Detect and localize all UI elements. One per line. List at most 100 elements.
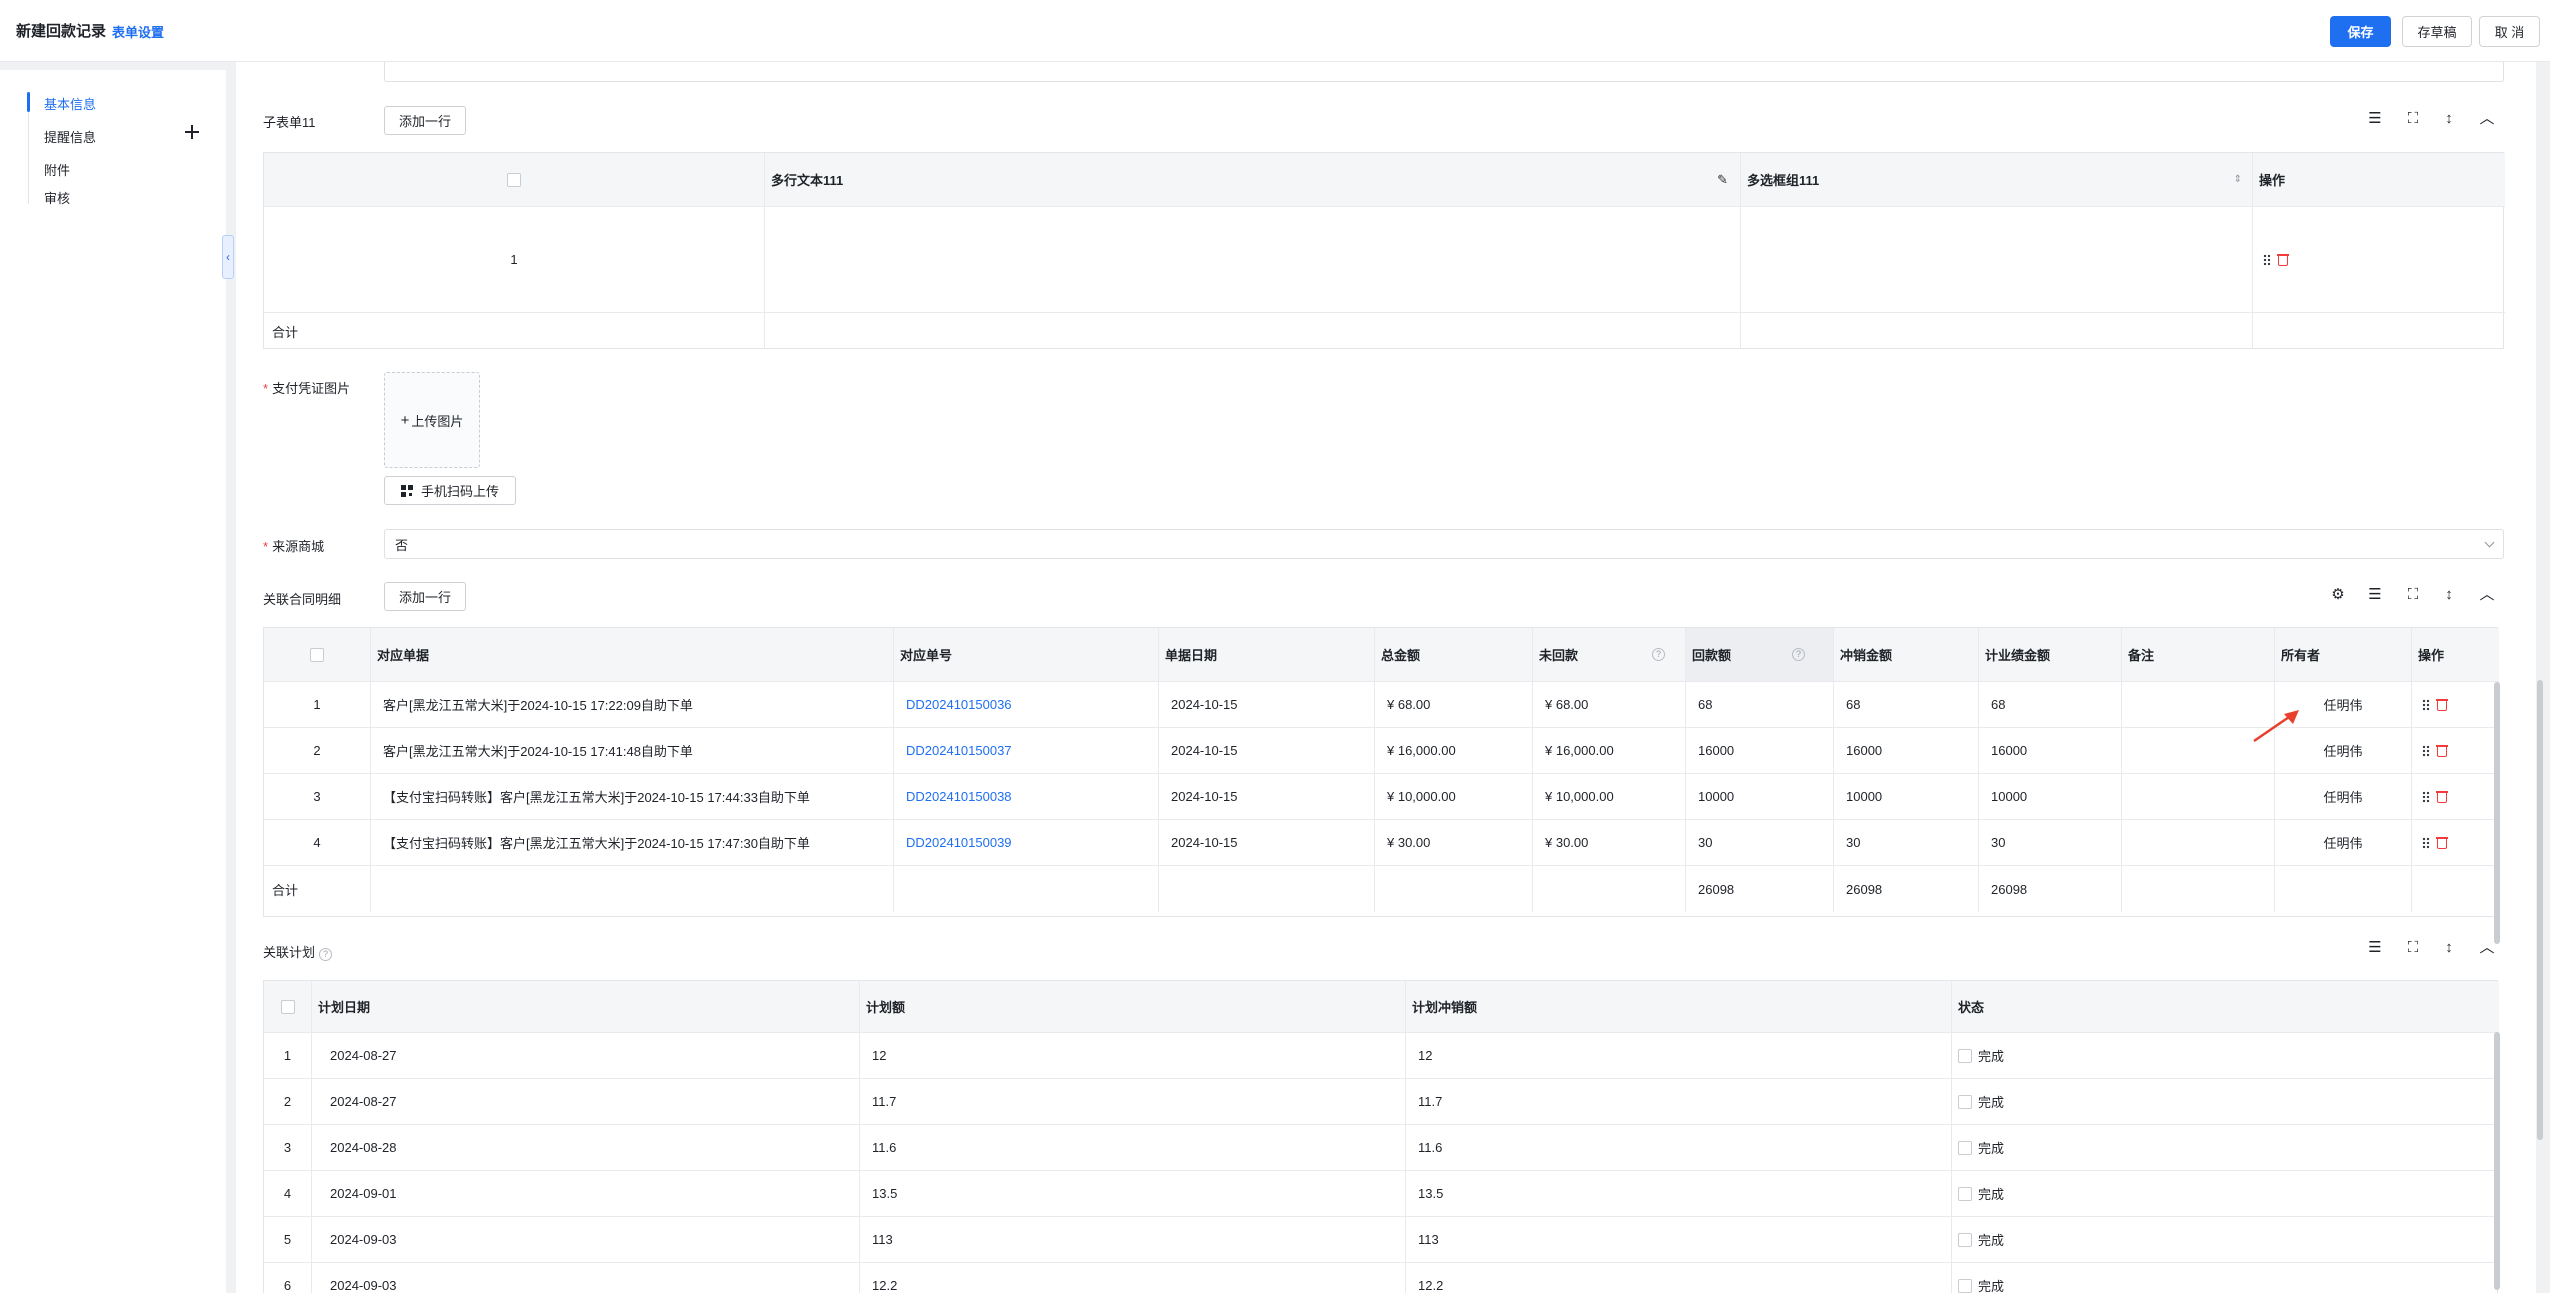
cut-off-input[interactable] — [384, 62, 2504, 82]
delete-row-icon[interactable] — [2436, 836, 2448, 849]
cell-paid-text: 30 — [1698, 835, 1713, 850]
add-reminder-icon[interactable] — [185, 125, 199, 139]
cell-no-text[interactable]: DD202410150038 — [906, 789, 1012, 804]
column-header: 对应单据 — [371, 628, 894, 681]
cell-date: 2024-09-03 — [312, 1217, 860, 1262]
expand-vertical-icon[interactable]: ↕ — [2440, 586, 2458, 604]
cell-remark[interactable] — [2122, 774, 2275, 819]
cell-paid[interactable]: 16000 — [1686, 728, 1834, 773]
drag-handle-icon[interactable] — [2422, 790, 2430, 803]
cell-status[interactable]: 完成 — [1952, 1033, 2499, 1078]
table-header-row: 对应单据 对应单号 单据日期 总金额 未回款? 回款额? 冲销金额 计业绩金额 … — [264, 628, 2499, 682]
fullscreen-icon[interactable]: ⛶ — [2404, 110, 2422, 128]
page-scrollbar[interactable] — [2537, 680, 2543, 1140]
cell-paid[interactable]: 10000 — [1686, 774, 1834, 819]
column-header: 备注 — [2122, 628, 2275, 681]
drag-handle-icon[interactable] — [2422, 744, 2430, 757]
collapse-up-icon[interactable]: ︿ — [2478, 110, 2496, 128]
cell-status[interactable]: 完成 — [1952, 1263, 2499, 1293]
subform-add-row-button[interactable]: 添加一行 — [384, 106, 467, 135]
collapse-up-icon[interactable]: ︿ — [2478, 586, 2496, 604]
select-all-checkbox[interactable] — [507, 172, 521, 187]
row-actions — [2253, 207, 2505, 312]
cell-no[interactable]: DD202410150038 — [894, 774, 1159, 819]
cell-status[interactable]: 完成 — [1952, 1079, 2499, 1124]
fullscreen-icon[interactable]: ⛶ — [2404, 939, 2422, 957]
cell-no[interactable]: DD202410150036 — [894, 682, 1159, 727]
row-height-icon[interactable]: ☰ — [2366, 110, 2384, 128]
scan-upload-button[interactable]: 手机扫码上传 — [384, 476, 516, 505]
cell-total: ¥ 30.00 — [1375, 820, 1533, 865]
upload-image-box[interactable]: + 上传图片 — [384, 372, 480, 468]
drag-handle-icon[interactable] — [2422, 836, 2430, 849]
cell-no-text[interactable]: DD202410150039 — [906, 835, 1012, 850]
table-scrollbar[interactable] — [2494, 682, 2500, 944]
row-height-icon[interactable]: ☰ — [2366, 939, 2384, 957]
contract-add-row-button[interactable]: 添加一行 — [384, 582, 467, 611]
settings-gear-icon[interactable]: ⚙ — [2329, 586, 2347, 604]
cell-doc-text: 客户[黑龙江五常大米]于2024-10-15 17:22:09自助下单 — [383, 698, 693, 713]
status-checkbox[interactable] — [1958, 1278, 1972, 1293]
select-all-checkbox[interactable] — [280, 999, 295, 1014]
cell-remark[interactable] — [2122, 820, 2275, 865]
fullscreen-icon[interactable]: ⛶ — [2404, 586, 2422, 604]
cell-paid[interactable]: 68 — [1686, 682, 1834, 727]
cell-status[interactable]: 完成 — [1952, 1217, 2499, 1262]
sort-icon[interactable]: ⇕ — [2234, 174, 2242, 185]
checkbox-group-cell[interactable] — [1741, 207, 2253, 312]
save-draft-button[interactable]: 存草稿 — [2402, 16, 2472, 47]
row-index: 1 — [264, 207, 765, 312]
form-settings-link[interactable]: 表单设置 — [112, 22, 164, 41]
cell-unpaid: ¥ 68.00 — [1533, 682, 1686, 727]
drag-handle-icon[interactable] — [2422, 698, 2430, 711]
expand-vertical-icon[interactable]: ↕ — [2440, 110, 2458, 128]
edit-icon[interactable]: ✎ — [1717, 172, 1728, 188]
delete-row-icon[interactable] — [2436, 790, 2448, 803]
drag-handle-icon[interactable] — [2263, 253, 2271, 266]
cell-doc: 【支付宝扫码转账】客户[黑龙江五常大米]于2024-10-15 17:44:33… — [371, 774, 894, 819]
cell-no[interactable]: DD202410150039 — [894, 820, 1159, 865]
save-button[interactable]: 保存 — [2330, 16, 2391, 47]
status-checkbox[interactable] — [1958, 1232, 1972, 1247]
select-all-checkbox[interactable] — [310, 647, 324, 662]
form-body: 子表单11 添加一行 ☰ ⛶ ↕ ︿ 多行文本111 ✎ 多选框组111 ⇕ 操作 … — [236, 62, 2536, 1293]
column-header: 计划冲销额 — [1406, 981, 1952, 1032]
cell-date-text: 2024-08-28 — [330, 1140, 397, 1155]
status-checkbox[interactable] — [1958, 1186, 1972, 1201]
multiline-text-cell[interactable] — [765, 207, 1741, 312]
collapse-sidebar-handle[interactable]: ‹ — [222, 235, 234, 279]
cell-no-text[interactable]: DD202410150036 — [906, 697, 1012, 712]
cell-date-text: 2024-10-15 — [1171, 835, 1238, 850]
status-checkbox[interactable] — [1958, 1094, 1972, 1109]
help-icon[interactable]: ? — [1652, 648, 1665, 661]
cell-date: 2024-10-15 — [1159, 820, 1375, 865]
contract-detail-table: 对应单据 对应单号 单据日期 总金额 未回款? 回款额? 冲销金额 计业绩金额 … — [263, 627, 2499, 917]
nav-item-review[interactable]: 审核 — [44, 188, 70, 207]
delete-row-icon[interactable] — [2436, 698, 2448, 711]
cancel-button[interactable]: 取 消 — [2479, 16, 2540, 47]
table-scrollbar[interactable] — [2494, 1032, 2500, 1290]
cell-status[interactable]: 完成 — [1952, 1171, 2499, 1216]
source-mall-select[interactable]: 否 — [384, 529, 2504, 559]
expand-vertical-icon[interactable]: ↕ — [2440, 939, 2458, 957]
nav-item-attachment[interactable]: 附件 — [44, 160, 70, 179]
cell-perf-text: 16000 — [1991, 743, 2028, 758]
status-checkbox[interactable] — [1958, 1140, 1972, 1155]
cell-amount-text: 11.6 — [872, 1140, 897, 1155]
delete-row-icon[interactable] — [2277, 253, 2289, 266]
help-icon[interactable]: ? — [1792, 648, 1805, 661]
cell-date-text: 2024-10-15 — [1171, 697, 1238, 712]
cell-no-text[interactable]: DD202410150037 — [906, 743, 1012, 758]
cell-no[interactable]: DD202410150037 — [894, 728, 1159, 773]
delete-row-icon[interactable] — [2436, 744, 2448, 757]
nav-item-basic-info[interactable]: 基本信息 — [44, 94, 96, 113]
cell-status[interactable]: 完成 — [1952, 1125, 2499, 1170]
help-icon[interactable]: ? — [319, 948, 333, 961]
nav-item-reminder-info[interactable]: 提醒信息 — [44, 127, 96, 146]
plan-table: 计划日期 计划额 计划冲销额 状态 1 2024-08-27 12 12 完成 2 2024… — [263, 980, 2499, 1293]
row-height-icon[interactable]: ☰ — [2366, 586, 2384, 604]
collapse-up-icon[interactable]: ︿ — [2478, 939, 2496, 957]
cell-paid[interactable]: 30 — [1686, 820, 1834, 865]
total-cell — [1533, 866, 1686, 912]
status-checkbox[interactable] — [1958, 1048, 1972, 1063]
